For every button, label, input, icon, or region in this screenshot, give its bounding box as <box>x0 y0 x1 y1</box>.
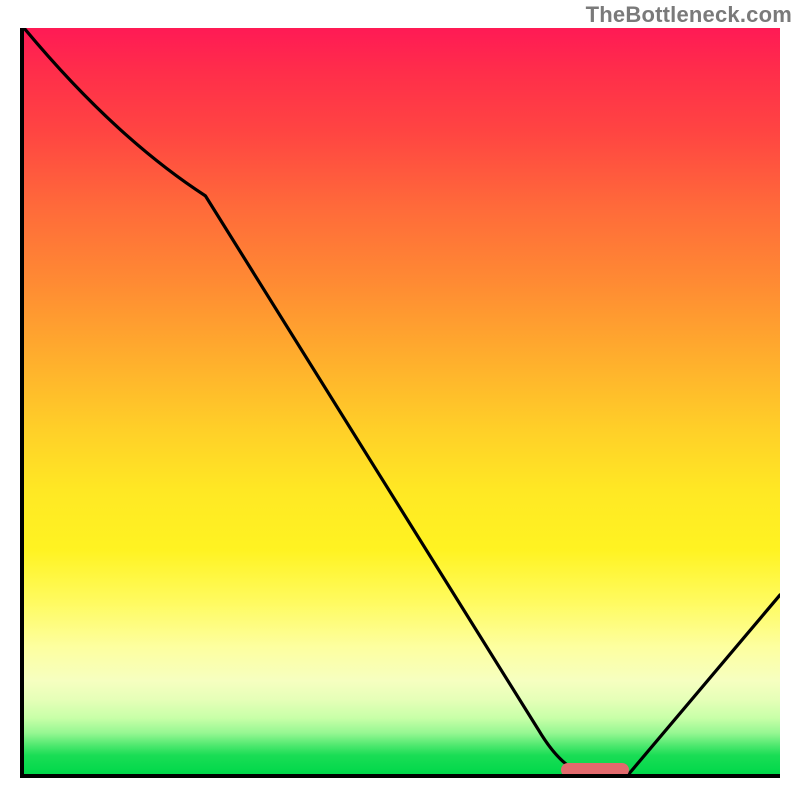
watermark-text: TheBottleneck.com <box>586 2 792 28</box>
chart-container: TheBottleneck.com <box>0 0 800 800</box>
optimal-range-marker <box>561 763 629 777</box>
bottleneck-curve <box>24 28 780 774</box>
plot-area <box>20 28 780 778</box>
